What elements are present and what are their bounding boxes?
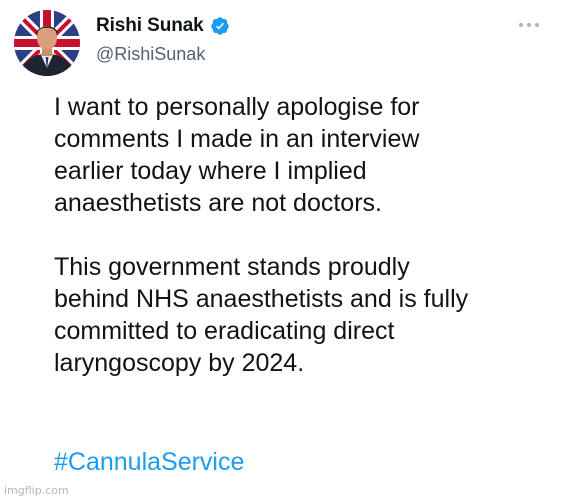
- tweet-card: Rishi Sunak @RishiSunak I want to person…: [0, 0, 564, 500]
- author-name-row: Rishi Sunak: [96, 14, 230, 38]
- tweet-line: laryngoscopy by 2024.: [54, 349, 305, 377]
- verified-badge-icon: [210, 16, 230, 36]
- author-handle[interactable]: @RishiSunak: [96, 44, 205, 65]
- avatar[interactable]: [14, 10, 80, 76]
- more-options-icon[interactable]: [514, 17, 544, 33]
- display-name[interactable]: Rishi Sunak: [96, 15, 204, 37]
- more-dot: [535, 23, 539, 27]
- tweet-line: comments I made in an interview: [54, 125, 420, 153]
- more-dot: [519, 23, 523, 27]
- profile-photo: [14, 10, 80, 76]
- more-dot: [527, 23, 531, 27]
- hashtag-link[interactable]: #CannulaService: [54, 446, 244, 478]
- tweet-paragraph-1: I want to personally apologise for comme…: [54, 91, 550, 219]
- tweet-line: earlier today where I implied: [54, 157, 367, 185]
- tweet-line: anaesthetists are not doctors.: [54, 189, 382, 217]
- watermark: imgflip.com: [4, 484, 69, 497]
- tweet-text: I want to personally apologise for comme…: [54, 91, 550, 411]
- tweet-line: committed to eradicating direct: [54, 317, 395, 345]
- tweet-line: I want to personally apologise for: [54, 93, 420, 121]
- tweet-line: behind NHS anaesthetists and is fully: [54, 285, 469, 313]
- tweet-line: This government stands proudly: [54, 253, 410, 281]
- tweet-paragraph-2: This government stands proudly behind NH…: [54, 251, 550, 379]
